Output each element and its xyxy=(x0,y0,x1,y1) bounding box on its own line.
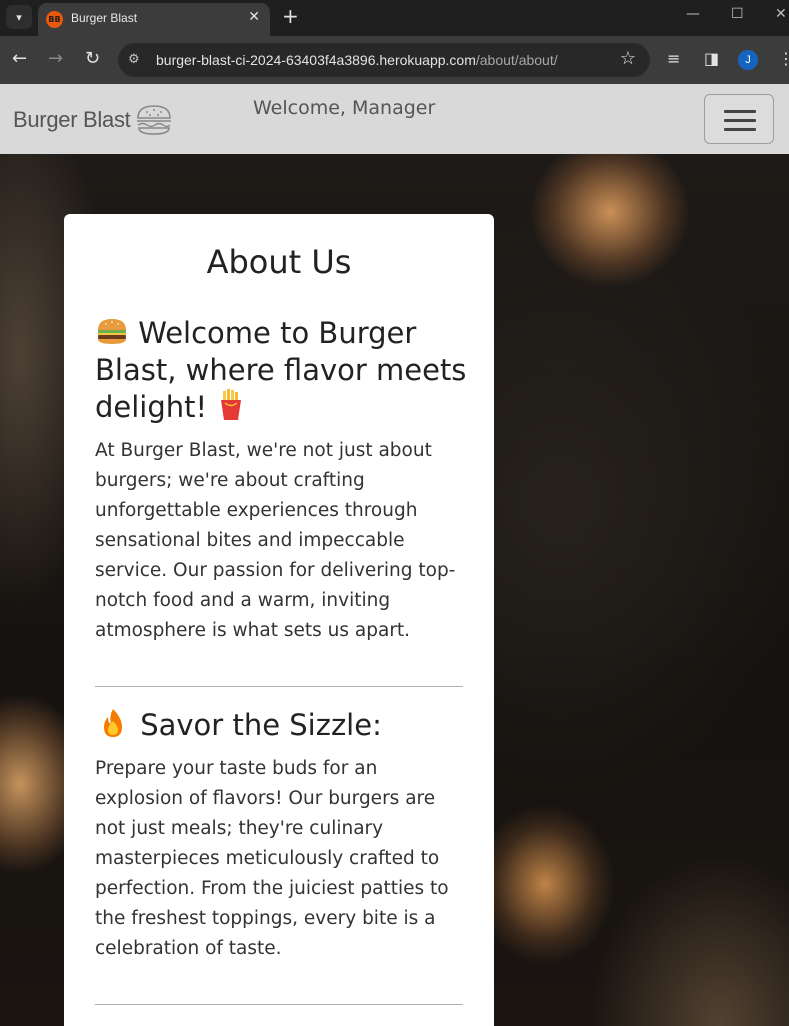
section-heading-sizzle: Savor the Sizzle: xyxy=(95,707,475,744)
page-title: About Us xyxy=(206,243,352,281)
side-panel-icon[interactable]: ◨ xyxy=(704,49,719,68)
url-path: /about/about/ xyxy=(475,52,558,68)
navbar-toggle-button[interactable] xyxy=(704,94,774,144)
address-bar[interactable]: ⚙ burger-blast-ci-2024-63403f4a3896.hero… xyxy=(118,43,650,77)
forward-icon[interactable]: → xyxy=(48,48,63,70)
reload-icon[interactable]: ↻ xyxy=(85,48,100,70)
fire-emoji-icon xyxy=(104,709,122,737)
section-heading-text: Savor the Sizzle: xyxy=(140,708,382,742)
brand-link[interactable]: Burger Blast xyxy=(13,104,173,136)
welcome-message: Welcome, Manager xyxy=(253,97,436,119)
brand-name: Burger Blast xyxy=(13,107,131,132)
maximize-icon[interactable]: ☐ xyxy=(731,6,744,22)
reading-list-icon[interactable]: ≡ xyxy=(667,49,680,68)
section-heading-welcome: Welcome to Burger Blast, where flavor me… xyxy=(95,315,475,426)
minimize-icon[interactable]: — xyxy=(686,6,700,22)
web-page: Burger Blast Welcome, Manager About Us W… xyxy=(0,84,789,1026)
section-body-sizzle: Prepare your taste buds for an explosion… xyxy=(95,758,449,959)
section-divider xyxy=(95,686,463,687)
hamburger-emoji-icon xyxy=(98,319,126,344)
fries-emoji-icon xyxy=(221,389,242,420)
bookmark-star-icon[interactable]: ☆ xyxy=(620,48,636,69)
menu-dots-icon[interactable]: ⋮ xyxy=(778,49,789,68)
tab-close-icon[interactable]: ✕ xyxy=(248,9,260,25)
browser-toolbar: ← → ↻ ⚙ burger-blast-ci-2024-63403f4a389… xyxy=(0,36,789,84)
url-host: burger-blast-ci-2024-63403f4a3896.heroku… xyxy=(156,52,476,68)
browser-tab[interactable]: BB Burger Blast ✕ xyxy=(38,3,270,36)
tab-title: Burger Blast xyxy=(71,11,138,25)
hamburger-bar xyxy=(724,128,756,131)
hamburger-bar xyxy=(724,110,756,113)
burger-blast-favicon-icon: BB xyxy=(46,11,63,28)
burger-logo-icon xyxy=(137,105,172,135)
profile-avatar[interactable]: J xyxy=(738,50,758,70)
site-navbar: Burger Blast Welcome, Manager xyxy=(0,84,789,154)
window-close-icon[interactable]: ✕ xyxy=(775,6,787,22)
section-body-welcome: At Burger Blast, we're not just about bu… xyxy=(95,440,456,641)
section-heading-text: Welcome to Burger Blast, where flavor me… xyxy=(95,316,467,424)
new-tab-icon[interactable]: + xyxy=(282,5,299,27)
section-divider xyxy=(95,1004,463,1005)
tab-search-button[interactable]: ▾ xyxy=(6,5,32,29)
browser-tab-bar: ▾ BB Burger Blast ✕ + — ☐ ✕ xyxy=(0,0,789,36)
url-text[interactable]: burger-blast-ci-2024-63403f4a3896.heroku… xyxy=(156,52,558,68)
back-icon[interactable]: ← xyxy=(12,48,27,70)
hamburger-bar xyxy=(724,119,756,122)
about-card: About Us Welcome to Burger Blast, where … xyxy=(64,214,494,1026)
site-info-icon[interactable]: ⚙ xyxy=(128,52,144,68)
